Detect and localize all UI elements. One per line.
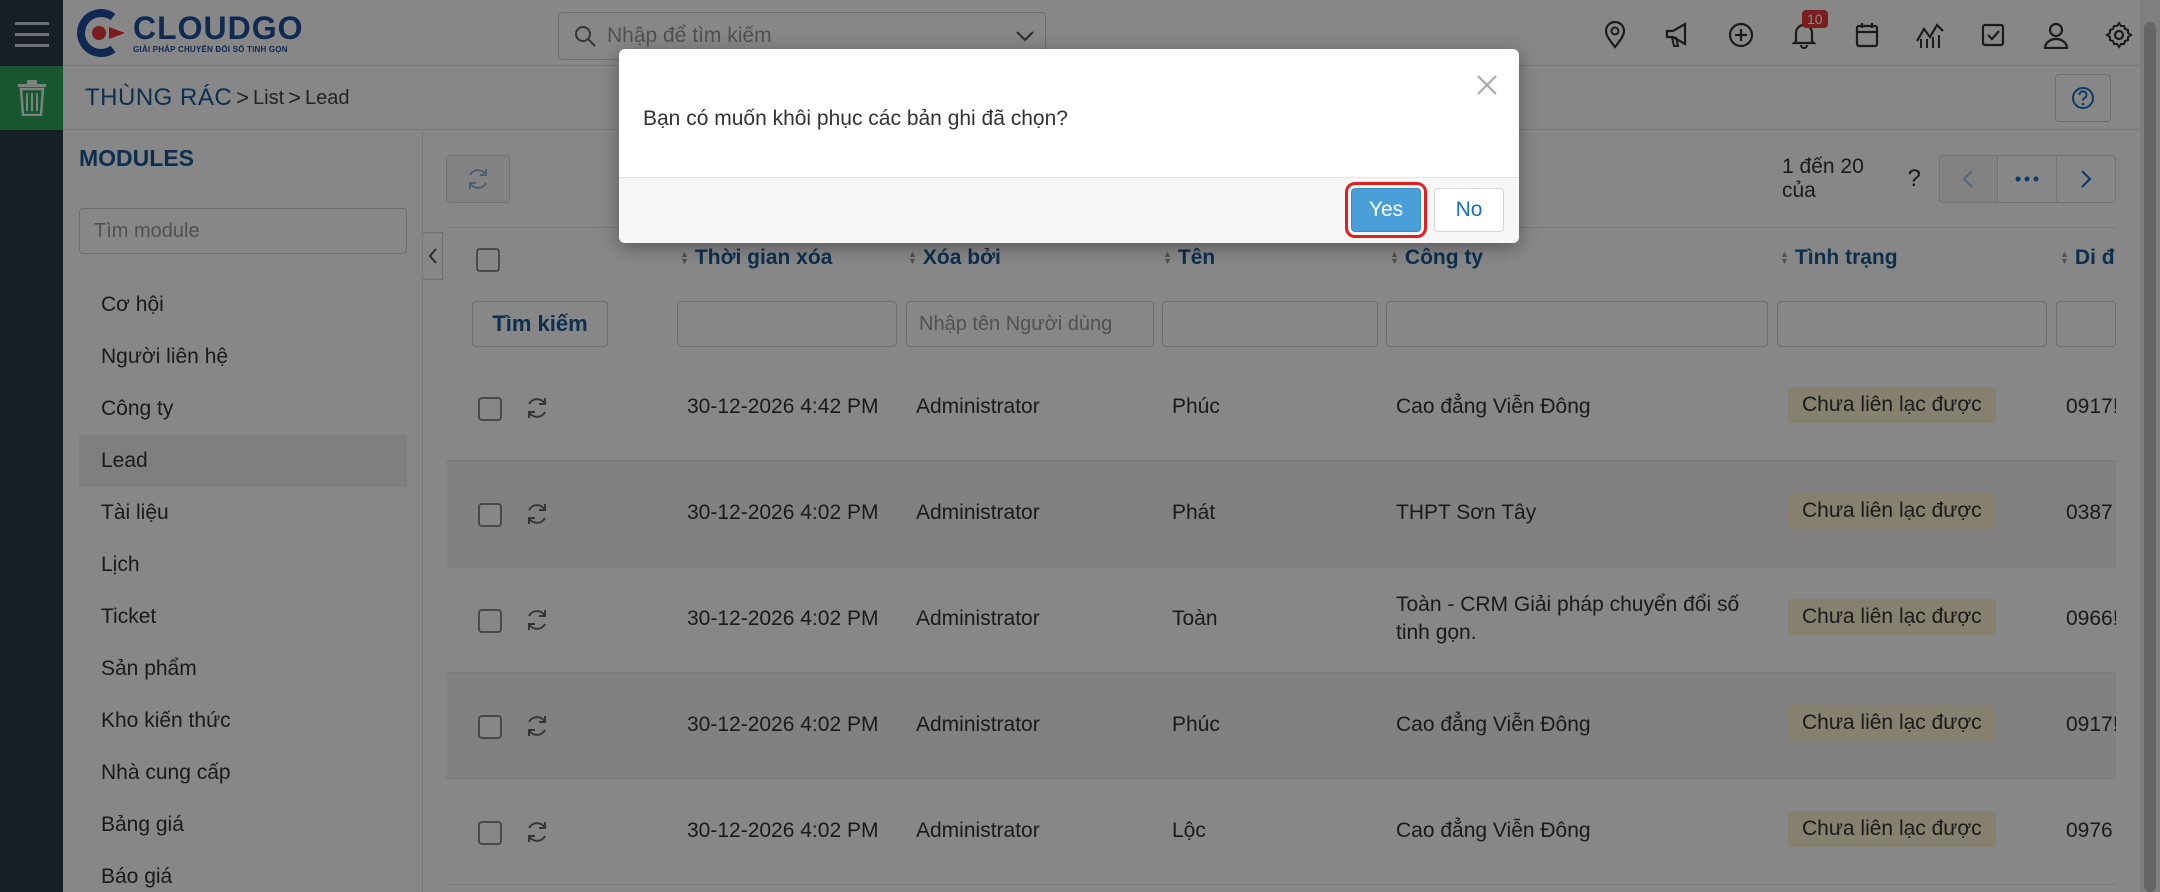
- dialog-message: Bạn có muốn khôi phục các bản ghi đã chọ…: [643, 107, 1068, 130]
- yes-button[interactable]: Yes: [1345, 182, 1427, 238]
- restore-confirm-dialog: Bạn có muốn khôi phục các bản ghi đã chọ…: [619, 49, 1519, 243]
- close-dialog-button[interactable]: [1471, 69, 1503, 101]
- no-button[interactable]: No: [1434, 188, 1504, 232]
- dialog-footer: Yes No: [619, 177, 1519, 243]
- close-icon: [1477, 75, 1497, 95]
